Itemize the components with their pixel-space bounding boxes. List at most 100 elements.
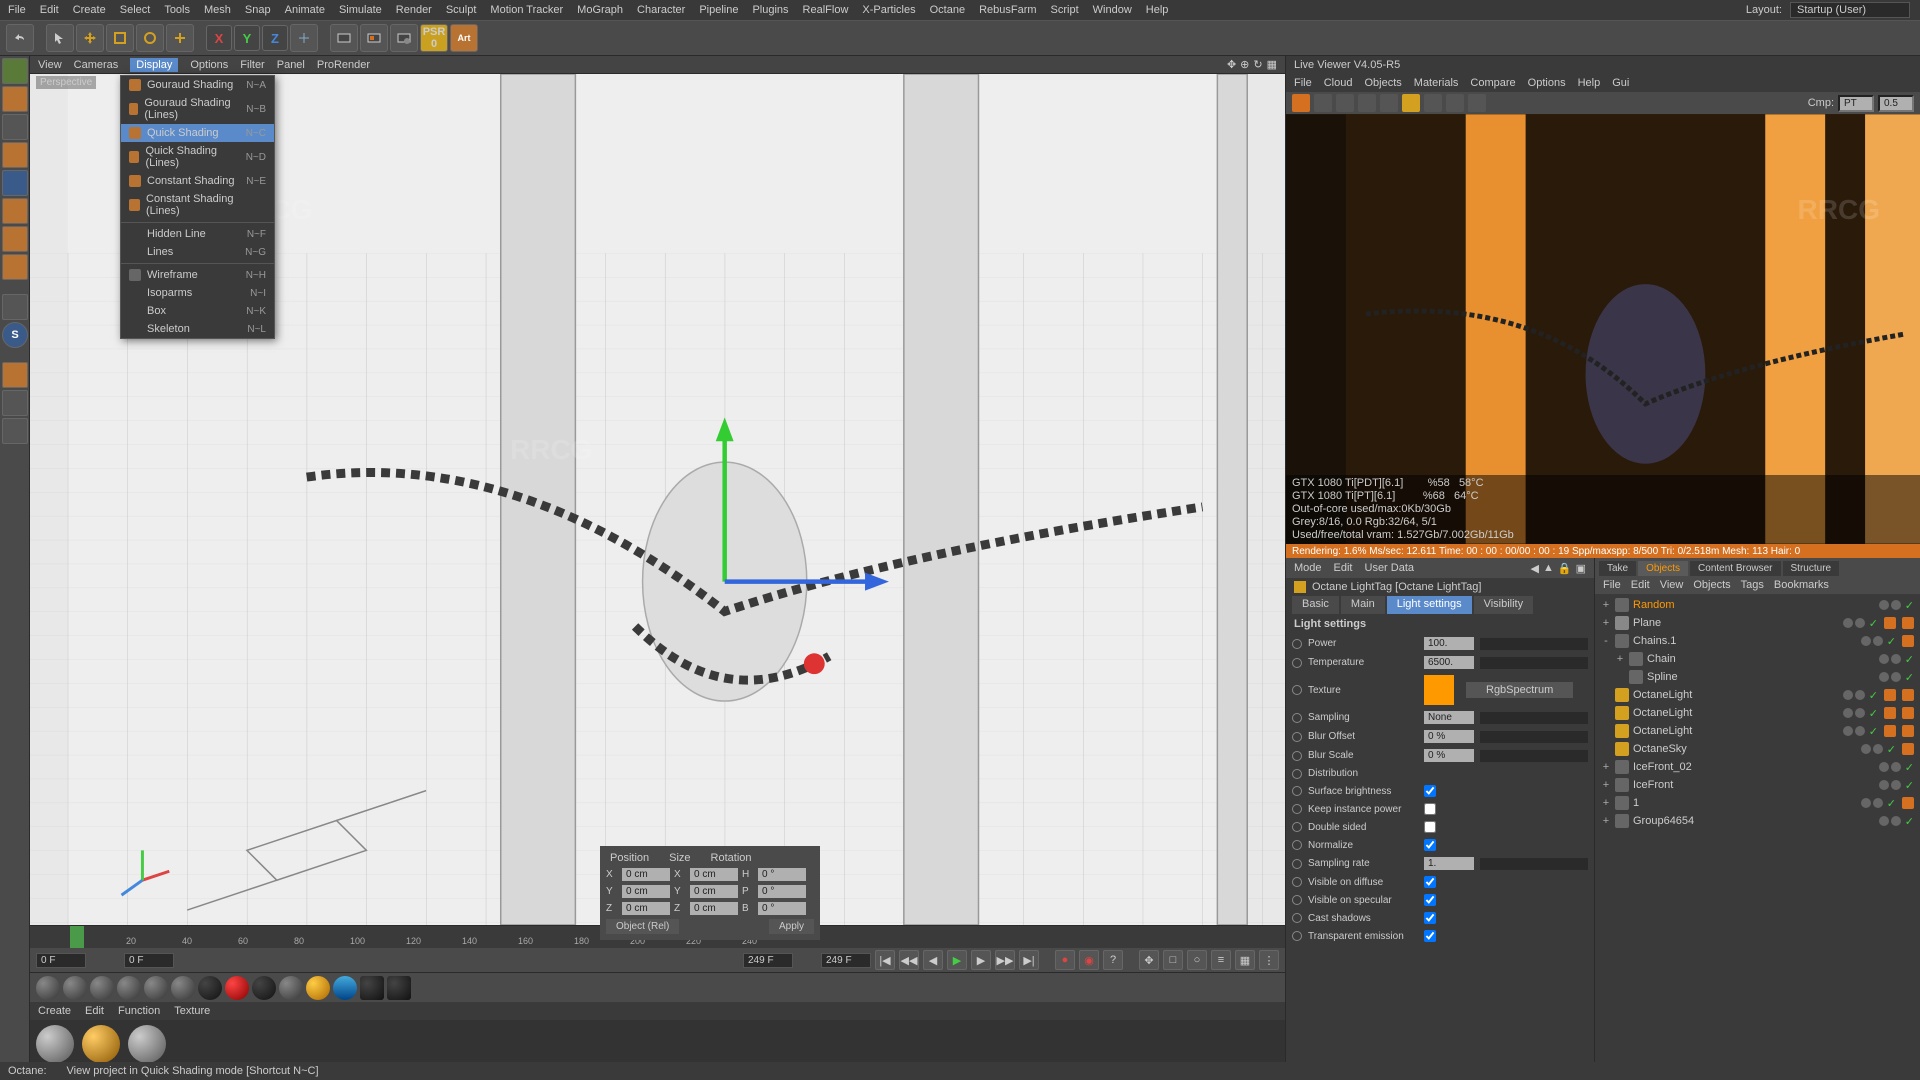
attr-anim-dot[interactable] <box>1292 751 1302 761</box>
rotate-tool[interactable] <box>136 24 164 52</box>
attr-tab-lightsettings[interactable]: Light settings <box>1387 596 1472 614</box>
attr-checkbox[interactable] <box>1424 839 1436 851</box>
display-menu-item[interactable]: BoxN~K <box>121 302 274 320</box>
lv-menu-objects[interactable]: Objects <box>1364 77 1401 89</box>
position-input[interactable] <box>622 902 670 915</box>
menu-edit[interactable]: Edit <box>40 4 59 16</box>
attr-lock-icon[interactable]: 🔒 <box>1558 562 1572 575</box>
tree-row[interactable]: +1✓ <box>1597 794 1918 812</box>
attr-anim-dot[interactable] <box>1292 895 1302 905</box>
menu-animate[interactable]: Animate <box>285 4 325 16</box>
menu-render[interactable]: Render <box>396 4 432 16</box>
play-button[interactable]: ▶ <box>947 950 967 970</box>
attr-anim-dot[interactable] <box>1292 713 1302 723</box>
tree-expand-icon[interactable]: + <box>1601 779 1611 791</box>
tree-row[interactable]: OctaneLight✓ <box>1597 704 1918 722</box>
next-key-button[interactable]: ▶▶ <box>995 950 1015 970</box>
attr-checkbox[interactable] <box>1424 876 1436 888</box>
vp-nav-icon[interactable]: ✥ <box>1227 58 1236 71</box>
attr-texture-button[interactable]: RgbSpectrum <box>1466 682 1573 698</box>
attr-anim-dot[interactable] <box>1292 822 1302 832</box>
uv-poly-button[interactable] <box>2 226 28 252</box>
attr-anim-dot[interactable] <box>1292 804 1302 814</box>
key-r-button[interactable]: ○ <box>1187 950 1207 970</box>
visibility-dots[interactable] <box>1861 798 1883 808</box>
attr-anim-dot[interactable] <box>1292 786 1302 796</box>
obj-tab-objects[interactable]: Objects <box>1638 561 1688 576</box>
menu-script[interactable]: Script <box>1051 4 1079 16</box>
obj-tab-take[interactable]: Take <box>1599 561 1636 576</box>
object-tag-icon[interactable] <box>1902 725 1914 737</box>
enable-check-icon[interactable]: ✓ <box>1887 743 1896 756</box>
attr-checkbox[interactable] <box>1424 894 1436 906</box>
matball-8[interactable] <box>225 976 249 1000</box>
tree-row[interactable]: +Group64654✓ <box>1597 812 1918 830</box>
attr-value-input[interactable] <box>1424 637 1474 650</box>
matball-9[interactable] <box>252 976 276 1000</box>
menu-file[interactable]: File <box>8 4 26 16</box>
attr-anim-dot[interactable] <box>1292 877 1302 887</box>
lv-clay-button[interactable] <box>1424 94 1442 112</box>
obj-tab-content[interactable]: Content Browser <box>1690 561 1780 576</box>
vp-menu-panel[interactable]: Panel <box>277 59 305 71</box>
attr-anim-dot[interactable] <box>1292 931 1302 941</box>
object-tag-icon[interactable] <box>1902 635 1914 647</box>
visibility-dots[interactable] <box>1879 780 1901 790</box>
object-tag-icon[interactable] <box>1902 797 1914 809</box>
menu-create[interactable]: Create <box>73 4 106 16</box>
vp-layout-icon[interactable]: ▦ <box>1267 58 1277 71</box>
vp-rotate-icon[interactable]: ↻ <box>1253 58 1262 71</box>
menu-plugins[interactable]: Plugins <box>752 4 788 16</box>
select-tool[interactable] <box>46 24 74 52</box>
vp-menu-filter[interactable]: Filter <box>240 59 264 71</box>
attr-anim-dot[interactable] <box>1292 913 1302 923</box>
object-tag-icon[interactable] <box>1902 707 1914 719</box>
mat-tab-create[interactable]: Create <box>38 1005 71 1017</box>
edge-mode-button[interactable] <box>2 170 28 196</box>
object-tag-icon[interactable] <box>1884 689 1896 701</box>
color-swatch[interactable] <box>1424 675 1454 705</box>
menu-mesh[interactable]: Mesh <box>204 4 231 16</box>
mat-tab-edit[interactable]: Edit <box>85 1005 104 1017</box>
point-mode-button[interactable] <box>2 142 28 168</box>
matball-5[interactable] <box>144 976 168 1000</box>
attr-value-input[interactable] <box>1424 857 1474 870</box>
matball-7[interactable] <box>198 976 222 1000</box>
lv-val-field[interactable] <box>1878 95 1914 112</box>
menu-sculpt[interactable]: Sculpt <box>446 4 477 16</box>
tree-row[interactable]: +IceFront_02✓ <box>1597 758 1918 776</box>
object-tag-icon[interactable] <box>1884 725 1896 737</box>
key-p-button[interactable]: ✥ <box>1139 950 1159 970</box>
attr-anim-dot[interactable] <box>1292 769 1302 779</box>
visibility-dots[interactable] <box>1861 636 1883 646</box>
attr-slider[interactable] <box>1480 638 1588 650</box>
menu-xparticles[interactable]: X-Particles <box>862 4 915 16</box>
tree-expand-icon[interactable]: + <box>1601 617 1611 629</box>
coord-apply-button[interactable]: Apply <box>769 919 814 934</box>
lv-pick-button[interactable] <box>1468 94 1486 112</box>
size-input[interactable] <box>690 902 738 915</box>
matball-12[interactable] <box>333 976 357 1000</box>
visibility-dots[interactable] <box>1879 816 1901 826</box>
enable-check-icon[interactable]: ✓ <box>1905 761 1914 774</box>
live-render-view[interactable]: RRCG GTX 1080 Ti[PDT][6.1] %58 58°C GTX … <box>1286 114 1920 544</box>
attr-anim-dot[interactable] <box>1292 658 1302 668</box>
lv-pause-button[interactable] <box>1336 94 1354 112</box>
object-tag-icon[interactable] <box>1884 617 1896 629</box>
locked-wp-button[interactable] <box>2 390 28 416</box>
attr-tab-visibility[interactable]: Visibility <box>1474 596 1534 614</box>
attr-checkbox[interactable] <box>1424 912 1436 924</box>
matball-2[interactable] <box>63 976 87 1000</box>
attr-slider[interactable] <box>1480 657 1588 669</box>
visibility-dots[interactable] <box>1843 708 1865 718</box>
uv-point-button[interactable] <box>2 254 28 280</box>
enable-check-icon[interactable]: ✓ <box>1905 815 1914 828</box>
attr-checkbox[interactable] <box>1424 785 1436 797</box>
attr-value-input[interactable] <box>1424 656 1474 669</box>
prev-frame-button[interactable]: ◀ <box>923 950 943 970</box>
timeline-end-field[interactable] <box>743 953 793 968</box>
lv-menu-cloud[interactable]: Cloud <box>1324 77 1353 89</box>
menu-tools[interactable]: Tools <box>164 4 190 16</box>
attr-value-input[interactable] <box>1424 711 1474 724</box>
move-tool[interactable] <box>76 24 104 52</box>
